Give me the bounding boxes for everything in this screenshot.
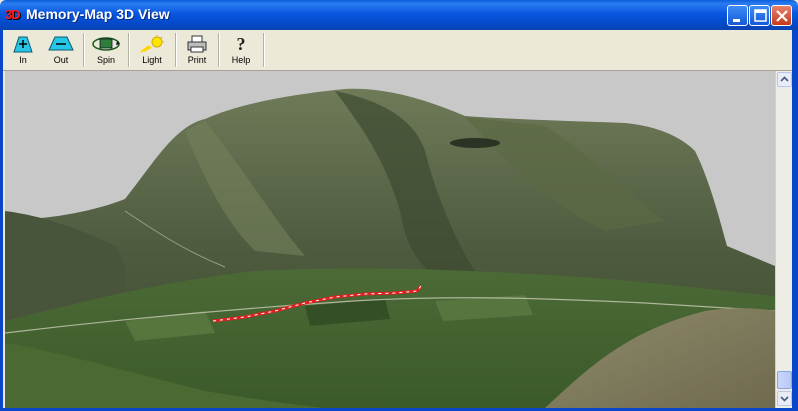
minimize-icon [733, 19, 740, 22]
toolbar-separator [128, 33, 130, 67]
spin-button[interactable]: Spin [88, 33, 124, 67]
minimize-button[interactable] [727, 5, 748, 26]
maximize-icon [754, 9, 767, 22]
spin-label: Spin [96, 55, 115, 65]
help-label: Help [231, 55, 251, 65]
zoom-out-label: Out [53, 55, 69, 65]
toolbar-separator [263, 33, 265, 67]
close-icon [776, 10, 788, 22]
print-label: Print [187, 55, 207, 65]
scroll-down-button[interactable] [777, 391, 792, 406]
help-button[interactable]: ? Help [223, 33, 259, 67]
close-button[interactable] [771, 5, 792, 26]
light-button[interactable]: Light [133, 33, 171, 67]
toolbar: In Out Spin Light Print ? Help [0, 30, 798, 71]
chevron-up-icon [780, 76, 789, 82]
printer-icon [187, 35, 207, 53]
zoom-out-icon [48, 36, 74, 51]
window-frame-left [0, 30, 3, 411]
memory-map-3d-window: 3D Memory-Map 3D View In Out Spin Light … [0, 0, 798, 411]
print-button[interactable]: Print [180, 33, 214, 67]
light-icon [140, 35, 164, 53]
tarn-lake [450, 138, 500, 148]
toolbar-separator [83, 33, 85, 67]
help-icon: ? [237, 34, 246, 54]
spin-icon [92, 37, 120, 51]
scroll-up-button[interactable] [777, 72, 792, 87]
scroll-thumb[interactable] [777, 371, 792, 389]
app-3d-icon: 3D [5, 7, 21, 22]
title-bar[interactable]: 3D Memory-Map 3D View [0, 0, 798, 30]
terrain-render[interactable] [5, 71, 775, 408]
zoom-in-icon [13, 36, 33, 53]
3d-terrain-view[interactable] [5, 71, 775, 408]
toolbar-separator [175, 33, 177, 67]
window-title: Memory-Map 3D View [26, 6, 170, 22]
chevron-down-icon [780, 396, 789, 402]
vertical-scrollbar[interactable] [775, 71, 793, 408]
window-frame-right [792, 30, 798, 411]
maximize-button[interactable] [749, 5, 770, 26]
zoom-in-label: In [19, 55, 27, 65]
light-label: Light [142, 55, 162, 65]
toolbar-separator [218, 33, 220, 67]
zoom-out-button[interactable]: Out [44, 33, 78, 67]
zoom-in-button[interactable]: In [7, 33, 39, 67]
svg-text:?: ? [237, 34, 246, 54]
